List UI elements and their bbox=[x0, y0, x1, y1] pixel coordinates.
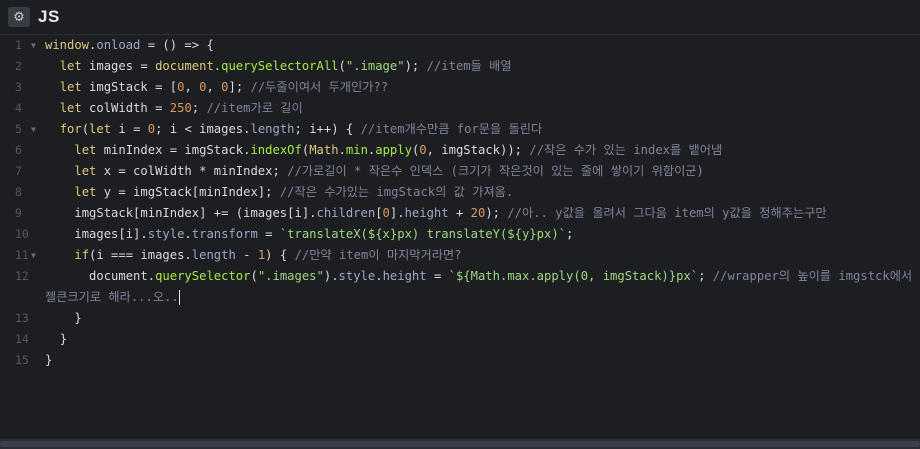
gear-icon[interactable]: ⚙ bbox=[8, 7, 30, 27]
line-number: 2 bbox=[15, 59, 22, 73]
code-line: 12 document.querySelector(".images").sty… bbox=[0, 266, 920, 308]
code-line: 4 let colWidth = 250; //item가로 길이 bbox=[0, 98, 920, 119]
line-number: 4 bbox=[15, 101, 22, 115]
code-line: 1 ▼ window.onload = () => { bbox=[0, 35, 920, 56]
code-line: 10 images[i].style.transform = `translat… bbox=[0, 224, 920, 245]
line-content: if(i === images.length - 1) { //만약 item이… bbox=[74, 248, 462, 262]
line-content: document.querySelector(".images").style.… bbox=[45, 269, 920, 305]
panel-title: JS bbox=[38, 7, 60, 26]
line-content: let imgStack = [0, 0, 0]; //두줄이여서 두개인가?? bbox=[59, 80, 389, 94]
line-content: window.onload = () => { bbox=[45, 38, 214, 52]
line-number: 15 bbox=[15, 353, 29, 367]
line-content: let colWidth = 250; //item가로 길이 bbox=[59, 101, 303, 115]
line-number: 6 bbox=[15, 143, 22, 157]
panel-header: ⚙ JS bbox=[0, 0, 920, 35]
text-cursor bbox=[178, 290, 180, 305]
code-line: 11 ▼ if(i === images.length - 1) { //만약 i… bbox=[0, 245, 920, 266]
line-content: let y = imgStack[minIndex]; //작은 수가있는 im… bbox=[74, 185, 514, 199]
fold-arrow-icon[interactable]: ▼ bbox=[31, 245, 36, 266]
line-number: 11 ▼ bbox=[0, 245, 44, 266]
code-line: 15 } bbox=[0, 350, 920, 371]
code-line: 6 let minIndex = imgStack.indexOf(Math.m… bbox=[0, 140, 920, 161]
code-line: 5 ▼ for(let i = 0; i < images.length; i++… bbox=[0, 119, 920, 140]
line-number: 7 bbox=[15, 164, 22, 178]
line-content: let minIndex = imgStack.indexOf(Math.min… bbox=[74, 143, 723, 157]
line-content: } bbox=[45, 353, 53, 367]
code-line: 9 imgStack[minIndex] += (images[i].child… bbox=[0, 203, 920, 224]
line-number: 9 bbox=[15, 206, 22, 220]
code-line: 8 let y = imgStack[minIndex]; //작은 수가있는 … bbox=[0, 182, 920, 203]
line-number: 13 bbox=[15, 311, 29, 325]
code-line: 3 let imgStack = [0, 0, 0]; //두줄이여서 두개인가… bbox=[0, 77, 920, 98]
horizontal-scrollbar[interactable] bbox=[0, 439, 920, 449]
code-line: 14 } bbox=[0, 329, 920, 350]
line-content: } bbox=[59, 332, 68, 346]
line-number: 1 ▼ bbox=[0, 35, 44, 56]
code-line: 13 } bbox=[0, 308, 920, 329]
line-content: images[i].style.transform = `translateX(… bbox=[74, 227, 574, 241]
line-number: 5 ▼ bbox=[0, 119, 44, 140]
line-content: for(let i = 0; i < images.length; i++) {… bbox=[59, 122, 543, 136]
line-content: } bbox=[74, 311, 82, 325]
fold-arrow-icon[interactable]: ▼ bbox=[31, 35, 36, 56]
line-number: 12 bbox=[15, 269, 29, 283]
line-number: 10 bbox=[15, 227, 29, 241]
scrollbar-thumb[interactable] bbox=[0, 441, 920, 447]
line-content: imgStack[minIndex] += (images[i].childre… bbox=[74, 206, 827, 220]
code-line: 7 let x = colWidth * minIndex; //가로길이 * … bbox=[0, 161, 920, 182]
code-line: 2 let images = document.querySelectorAll… bbox=[0, 56, 920, 77]
line-content: let x = colWidth * minIndex; //가로길이 * 작은… bbox=[74, 164, 704, 178]
line-number: 8 bbox=[15, 185, 22, 199]
code-editor[interactable]: 1 ▼ window.onload = () => { 2 let images … bbox=[0, 35, 920, 439]
fold-arrow-icon[interactable]: ▼ bbox=[31, 119, 36, 140]
line-number: 14 bbox=[15, 332, 29, 346]
line-number: 3 bbox=[15, 80, 22, 94]
line-content: let images = document.querySelectorAll("… bbox=[59, 59, 512, 73]
